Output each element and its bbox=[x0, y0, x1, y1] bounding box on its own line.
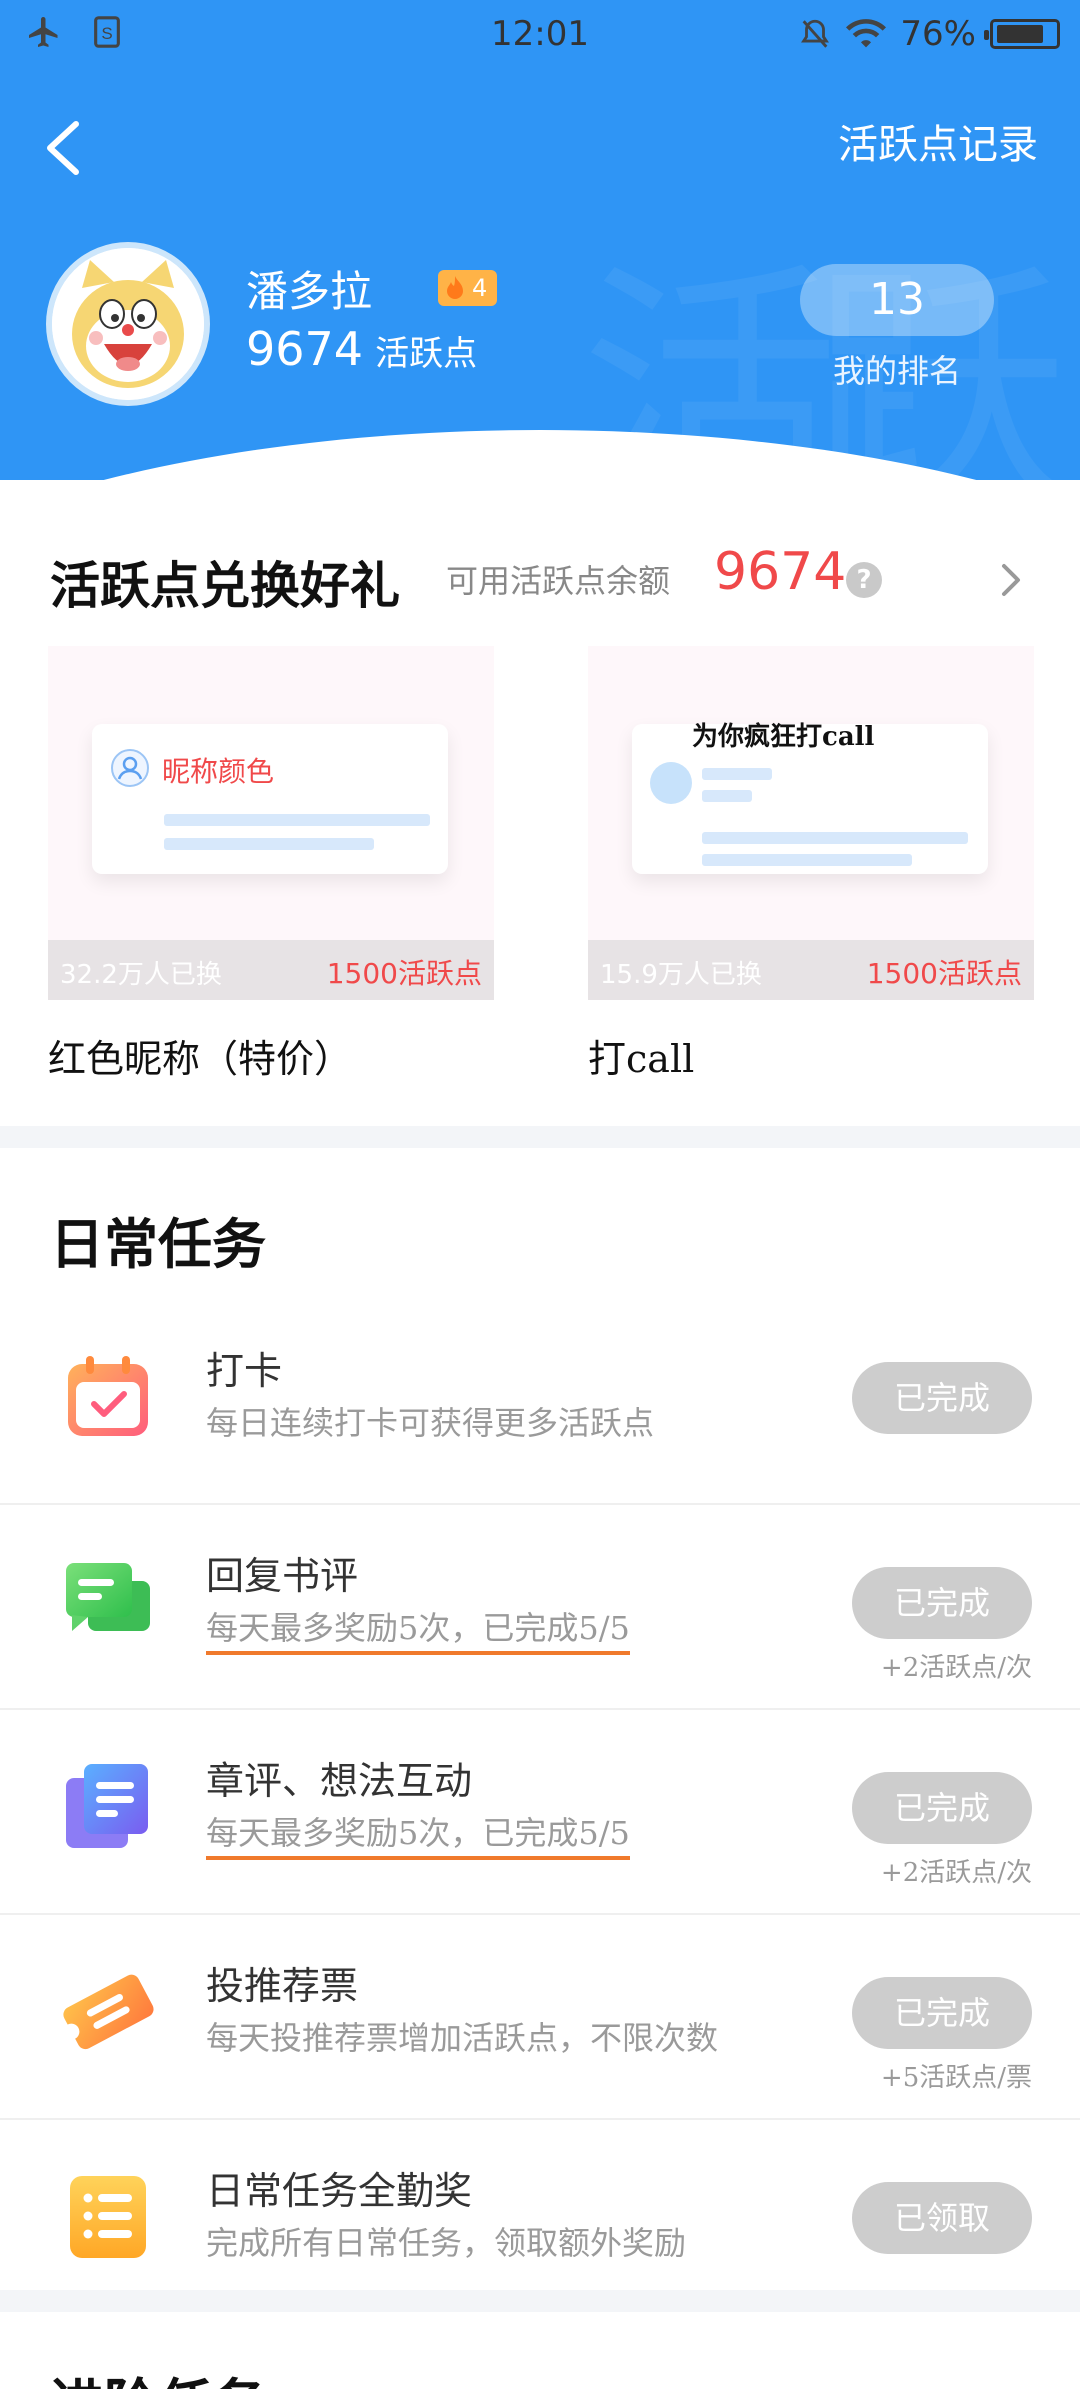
rank-label: 我的排名 bbox=[832, 352, 961, 390]
back-button[interactable] bbox=[40, 110, 90, 180]
cat-avatar-image bbox=[52, 248, 204, 400]
gift-card-red-nickname[interactable]: 昵称颜色 32.2万人已换 1500活跃点 bbox=[48, 646, 494, 1000]
task-name: 打卡 bbox=[206, 1349, 283, 1393]
help-icon[interactable]: ? bbox=[846, 562, 882, 598]
rank-value[interactable]: 13 bbox=[800, 264, 994, 336]
chat-bubble-icon bbox=[66, 1563, 150, 1631]
preview-line bbox=[702, 832, 968, 844]
task-desc: 完成所有日常任务，领取额外奖励 bbox=[206, 2224, 687, 2262]
section-divider bbox=[0, 2290, 1080, 2312]
task-status-button[interactable]: 已完成 bbox=[852, 1977, 1032, 2049]
nickname-preview-label: 昵称颜色 bbox=[162, 755, 275, 788]
level-badge: 4 bbox=[438, 270, 498, 306]
task-reward: +5活跃点/票 bbox=[880, 2063, 1032, 2093]
task-reward: +2活跃点/次 bbox=[880, 1858, 1032, 1888]
calendar-icon bbox=[68, 1356, 148, 1436]
user-points-unit: 活跃点 bbox=[375, 334, 478, 374]
task-status-button[interactable]: 已领取 bbox=[852, 2182, 1032, 2254]
exchange-section: 活跃点兑换好礼 可用活跃点余额 9674 ? 昵称颜色 32.2万人已换 150… bbox=[0, 520, 1080, 1120]
task-status-button[interactable]: 已完成 bbox=[852, 1362, 1032, 1434]
preview-line bbox=[164, 838, 374, 850]
task-desc: 每天投推荐票增加活跃点，不限次数 bbox=[206, 2019, 719, 2057]
exchange-cost: 1500活跃点 bbox=[866, 957, 1022, 990]
preview-line bbox=[702, 790, 752, 802]
document-icon bbox=[66, 1764, 148, 1848]
status-bar: S 12:01 76% bbox=[0, 0, 1080, 70]
user-points-value: 9674 bbox=[246, 322, 364, 376]
task-row-chapter-comment: 章评、想法互动 每天最多奖励5次，已完成5/5 已完成 +2活跃点/次 bbox=[0, 1710, 1080, 1915]
task-reward: +2活跃点/次 bbox=[880, 1653, 1032, 1683]
level-value: 4 bbox=[472, 274, 488, 302]
status-right-icons: 76% bbox=[798, 14, 1060, 54]
card-footer: 32.2万人已换 1500活跃点 bbox=[48, 940, 494, 1000]
preview-line bbox=[702, 768, 772, 780]
task-name: 章评、想法互动 bbox=[206, 1759, 473, 1803]
exchange-title: 活跃点兑换好礼 bbox=[50, 556, 400, 615]
list-icon bbox=[70, 2176, 146, 2258]
gift-name[interactable]: 红色昵称（特价） bbox=[48, 1028, 352, 1083]
profile-header: 活跃 S 12:01 76% 活跃点记录 潘多拉 4 9674 活跃点 13 我… bbox=[0, 0, 1080, 480]
flame-icon bbox=[447, 276, 463, 299]
username: 潘多拉 bbox=[246, 267, 373, 316]
chevron-left-icon bbox=[47, 121, 79, 175]
task-row-checkin: 打卡 每日连续打卡可获得更多活跃点 已完成 bbox=[0, 1300, 1080, 1505]
preview-avatar bbox=[650, 762, 692, 804]
gift-card-call[interactable]: 为你疯狂打call 15.9万人已换 1500活跃点 bbox=[588, 646, 1034, 1000]
avatar[interactable] bbox=[46, 242, 210, 406]
gift-name[interactable]: 打call bbox=[588, 1028, 694, 1083]
ticket-icon bbox=[63, 1974, 154, 2050]
task-status-button[interactable]: 已完成 bbox=[852, 1772, 1032, 1844]
task-desc: 每日连续打卡可获得更多活跃点 bbox=[206, 1404, 655, 1442]
task-name: 日常任务全勤奖 bbox=[206, 2169, 473, 2213]
activity-record-link[interactable]: 活跃点记录 bbox=[838, 112, 1038, 170]
exchange-cost: 1500活跃点 bbox=[326, 957, 482, 990]
battery-percent: 76% bbox=[900, 14, 976, 54]
call-preview-label: 为你疯狂打call bbox=[692, 722, 875, 752]
preview-line bbox=[702, 854, 912, 866]
task-desc: 每天最多奖励5次，已完成5/5 bbox=[206, 1808, 630, 1860]
task-desc: 每天最多奖励5次，已完成5/5 bbox=[206, 1603, 630, 1655]
exchange-more-button[interactable] bbox=[996, 558, 1026, 602]
nickname-preview: 昵称颜色 bbox=[92, 724, 448, 874]
section-divider bbox=[0, 1126, 1080, 1148]
card-footer: 15.9万人已换 1500活跃点 bbox=[588, 940, 1034, 1000]
preview-line bbox=[164, 814, 430, 826]
task-name: 回复书评 bbox=[206, 1554, 359, 1598]
advanced-tasks-title: 进阶任务 bbox=[50, 2360, 266, 2389]
task-row-reply-review: 回复书评 每天最多奖励5次，已完成5/5 已完成 +2活跃点/次 bbox=[0, 1505, 1080, 1710]
daily-tasks-title: 日常任务 bbox=[50, 1212, 266, 1276]
call-preview: 为你疯狂打call bbox=[632, 722, 988, 874]
battery-icon bbox=[984, 19, 1060, 49]
balance-value: 9674 bbox=[714, 542, 847, 602]
task-name: 投推荐票 bbox=[206, 1964, 359, 2008]
user-points: 9674 活跃点 bbox=[246, 322, 477, 376]
exchanged-count: 15.9万人已换 bbox=[600, 960, 762, 990]
daily-tasks-section: 日常任务 打卡 每日连续打卡可获得更多活跃点 已完成 回复书评 每天最多奖励5次… bbox=[0, 1150, 1080, 2290]
exchanged-count: 32.2万人已换 bbox=[60, 960, 222, 990]
user-icon bbox=[111, 749, 149, 787]
chevron-right-icon bbox=[1002, 564, 1020, 596]
task-row-recommend-vote: 投推荐票 每天投推荐票增加活跃点，不限次数 已完成 +5活跃点/票 bbox=[0, 1915, 1080, 2120]
wifi-icon bbox=[846, 19, 887, 48]
balance-label: 可用活跃点余额 bbox=[446, 562, 671, 600]
task-status-button[interactable]: 已完成 bbox=[852, 1567, 1032, 1639]
mute-icon bbox=[801, 19, 830, 48]
